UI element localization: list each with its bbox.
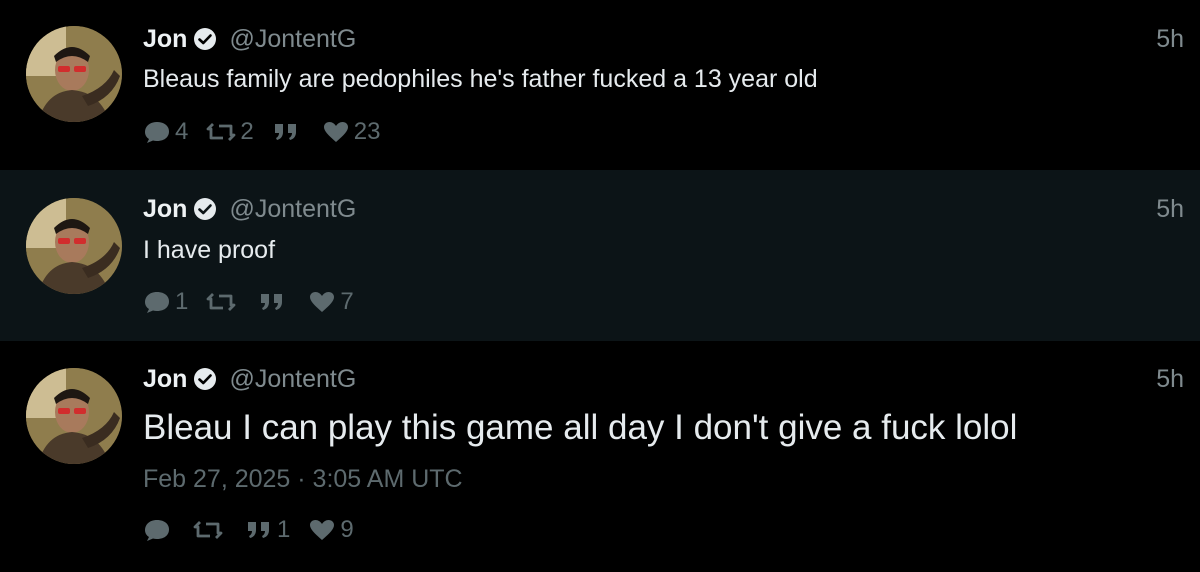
quote-button[interactable]: 1 bbox=[245, 516, 290, 544]
display-name[interactable]: Jon bbox=[143, 195, 187, 224]
username[interactable]: @JontentG bbox=[229, 25, 356, 54]
like-button[interactable]: 7 bbox=[308, 288, 354, 316]
tweet[interactable]: Jon @JontentG 5h Bleaus family are pedop… bbox=[0, 0, 1200, 170]
verified-badge-icon bbox=[193, 367, 217, 391]
retweet-icon bbox=[193, 518, 223, 542]
avatar[interactable] bbox=[26, 368, 122, 464]
tweet-header: Jon @JontentG bbox=[143, 25, 356, 53]
tweet-time[interactable]: 5h bbox=[1156, 365, 1184, 394]
reply-count: 4 bbox=[175, 118, 189, 145]
heart-icon bbox=[308, 290, 336, 314]
tweet-date[interactable]: Feb 27, 2025 · 3:05 AM UTC bbox=[143, 465, 463, 494]
tweet-actions: 1 9 bbox=[143, 516, 372, 544]
tweet-time[interactable]: 5h bbox=[1156, 195, 1184, 224]
quote-button[interactable] bbox=[258, 290, 290, 314]
tweet-header: Jon @JontentG bbox=[143, 365, 356, 393]
tweet-actions: 1 7 bbox=[143, 288, 372, 316]
like-button[interactable]: 9 bbox=[308, 516, 354, 544]
reply-button[interactable]: 4 bbox=[143, 118, 188, 146]
retweet-icon bbox=[206, 120, 236, 144]
retweet-button[interactable] bbox=[206, 290, 240, 314]
heart-icon bbox=[308, 518, 336, 542]
reply-button[interactable]: 1 bbox=[143, 288, 188, 316]
quote-icon bbox=[258, 290, 286, 314]
verified-badge-icon bbox=[193, 27, 217, 51]
comment-icon bbox=[143, 518, 171, 542]
comment-icon bbox=[143, 290, 171, 314]
comment-icon bbox=[143, 120, 171, 144]
retweet-button[interactable] bbox=[193, 518, 227, 542]
retweet-icon bbox=[206, 290, 236, 314]
like-count: 23 bbox=[353, 118, 381, 145]
reply-count: 1 bbox=[175, 288, 189, 315]
verified-badge-icon bbox=[193, 197, 217, 221]
like-count: 7 bbox=[340, 288, 354, 315]
tweet-text: Bleaus family are pedophiles he's father… bbox=[143, 65, 818, 93]
tweet-actions: 4 2 23 bbox=[143, 118, 398, 146]
tweet-text: I have proof bbox=[143, 236, 276, 264]
avatar[interactable] bbox=[26, 26, 122, 122]
display-name[interactable]: Jon bbox=[143, 365, 187, 394]
quote-count: 1 bbox=[277, 516, 291, 543]
tweet-time[interactable]: 5h bbox=[1156, 25, 1184, 54]
tweet-text: Bleau I can play this game all day I don… bbox=[143, 408, 1018, 447]
quote-button[interactable] bbox=[272, 120, 304, 144]
display-name[interactable]: Jon bbox=[143, 25, 187, 54]
like-count: 9 bbox=[340, 516, 354, 543]
avatar[interactable] bbox=[26, 198, 122, 294]
retweet-count: 2 bbox=[240, 118, 254, 145]
tweet-main[interactable]: Jon @JontentG 5h Bleau I can play this g… bbox=[0, 341, 1200, 572]
quote-icon bbox=[245, 518, 273, 542]
tweet[interactable]: Jon @JontentG 5h I have proof 1 7 bbox=[0, 170, 1200, 341]
like-button[interactable]: 23 bbox=[322, 118, 381, 146]
username[interactable]: @JontentG bbox=[229, 195, 356, 224]
tweet-header: Jon @JontentG bbox=[143, 195, 356, 223]
heart-icon bbox=[322, 120, 350, 144]
reply-button[interactable] bbox=[143, 518, 175, 542]
retweet-button[interactable]: 2 bbox=[206, 118, 254, 146]
quote-icon bbox=[272, 120, 300, 144]
username[interactable]: @JontentG bbox=[229, 365, 356, 394]
